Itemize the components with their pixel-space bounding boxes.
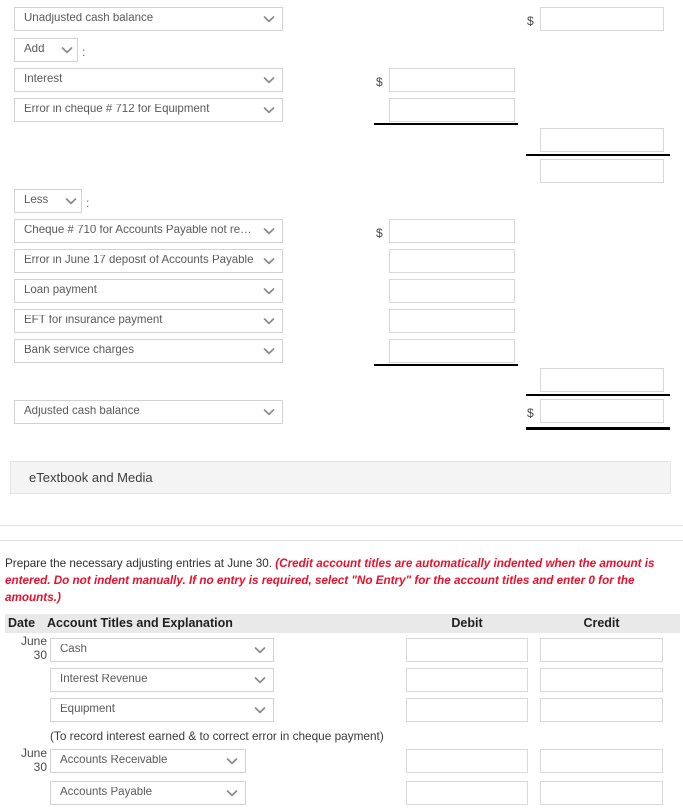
input-error-cheque-712[interactable] — [389, 98, 515, 122]
entry-date-2-month: June — [20, 746, 47, 760]
currency-symbol-adjusted: $ — [527, 406, 534, 420]
section-divider-bottom — [0, 540, 683, 541]
chevron-down-icon — [262, 254, 276, 268]
select-error-june-17-deposit[interactable]: Error in June 17 deposit of Accounts Pay… — [14, 249, 283, 273]
select-less[interactable]: Less — [14, 189, 82, 213]
journal-entry-memo: (To record interest earned & to correct … — [50, 729, 384, 743]
subtotal-rule-right-2 — [526, 394, 670, 396]
input-entry-debit-2[interactable] — [406, 668, 528, 692]
select-label: Bank service charges — [24, 345, 134, 357]
select-bank-service-charges[interactable]: Bank service charges — [14, 339, 283, 363]
column-header-credit: Credit — [583, 616, 620, 630]
entry-date-2: June 30 — [5, 746, 47, 774]
currency-symbol-interest: $ — [376, 75, 383, 89]
currency-symbol-cheque-710: $ — [376, 226, 383, 240]
select-cheque-710[interactable]: Cheque # 710 for Accounts Payable not re… — [14, 219, 283, 243]
input-cheque-710[interactable] — [389, 219, 515, 243]
select-loan-payment[interactable]: Loan payment — [14, 279, 283, 303]
section-divider-top — [0, 525, 683, 526]
currency-symbol-unadjusted: $ — [527, 14, 534, 28]
select-label: Cheque # 710 for Accounts Payable not re… — [24, 225, 256, 237]
chevron-down-icon — [253, 643, 267, 657]
column-header-date: Date — [8, 616, 36, 630]
entry-date-2-day: 30 — [33, 760, 47, 774]
select-label: EFT for insurance payment — [24, 315, 163, 327]
chevron-down-icon — [262, 103, 276, 117]
entry-date-1-day: 30 — [33, 648, 47, 662]
input-eft-insurance[interactable] — [389, 309, 515, 333]
chevron-down-icon — [262, 314, 276, 328]
less-colon: : — [86, 196, 90, 210]
chevron-down-icon — [253, 703, 267, 717]
select-label: Add — [24, 44, 45, 56]
grand-total-rule — [526, 427, 670, 430]
input-entry-debit-3[interactable] — [406, 698, 528, 722]
select-entry-account-5[interactable]: Accounts Payable — [50, 781, 246, 805]
column-header-account: Account Titles and Explanation — [47, 616, 233, 630]
select-label: Accounts Payable — [60, 787, 153, 799]
select-label: Interest Revenue — [60, 674, 148, 686]
select-label: Equipment — [60, 704, 115, 716]
input-error-june-17[interactable] — [389, 249, 515, 273]
select-label: Error in cheque # 712 for Equipment — [24, 104, 210, 116]
chevron-down-icon — [262, 344, 276, 358]
add-colon: : — [82, 45, 86, 59]
chevron-down-icon — [253, 673, 267, 687]
chevron-down-icon — [262, 284, 276, 298]
chevron-down-icon — [225, 754, 239, 768]
input-add-subtotal[interactable] — [540, 128, 664, 152]
select-adjusted-cash-balance[interactable]: Adjusted cash balance — [14, 400, 283, 424]
entry-date-1-month: June — [20, 634, 47, 648]
select-label: Less — [24, 195, 49, 207]
chevron-down-icon — [262, 405, 276, 419]
input-entry-credit-5[interactable] — [540, 781, 663, 805]
input-interest[interactable] — [389, 68, 515, 92]
select-label: Adjusted cash balance — [24, 406, 140, 418]
chevron-down-icon — [64, 194, 78, 208]
journal-instruction: Prepare the necessary adjusting entries … — [5, 556, 680, 607]
select-entry-account-1[interactable]: Cash — [50, 638, 274, 662]
select-eft-insurance-payment[interactable]: EFT for insurance payment — [14, 309, 283, 333]
select-interest[interactable]: Interest — [14, 68, 283, 92]
chevron-down-icon — [262, 73, 276, 87]
chevron-down-icon — [60, 43, 74, 57]
select-add[interactable]: Add — [14, 38, 78, 62]
select-label: Unadjusted cash balance — [24, 13, 154, 25]
input-entry-debit-1[interactable] — [406, 638, 528, 662]
input-entry-debit-4[interactable] — [406, 749, 528, 773]
subtotal-rule-right-1 — [526, 154, 670, 156]
chevron-down-icon — [262, 12, 276, 26]
input-entry-credit-3[interactable] — [540, 698, 663, 722]
subtotal-rule-add — [374, 123, 518, 125]
select-label: Loan payment — [24, 285, 97, 297]
input-less-subtotal[interactable] — [540, 368, 664, 392]
input-loan-payment[interactable] — [389, 279, 515, 303]
input-after-add-total[interactable] — [540, 159, 664, 183]
column-header-debit: Debit — [451, 616, 483, 630]
select-label: Cash — [60, 644, 87, 656]
select-label: Error in June 17 deposit of Accounts Pay… — [24, 255, 254, 267]
input-unadjusted-total[interactable] — [540, 7, 664, 31]
chevron-down-icon — [225, 786, 239, 800]
select-label: Interest — [24, 74, 63, 86]
select-label: Accounts Receivable — [60, 755, 168, 767]
input-bank-service-charges[interactable] — [389, 339, 515, 363]
subtotal-rule-less — [374, 364, 518, 366]
select-error-cheque-712[interactable]: Error in cheque # 712 for Equipment — [14, 98, 283, 122]
instruction-plain-text: Prepare the necessary adjusting entries … — [5, 557, 273, 570]
etextbook-and-media-bar[interactable]: eTextbook and Media — [10, 461, 671, 494]
input-entry-credit-1[interactable] — [540, 638, 663, 662]
select-entry-account-3[interactable]: Equipment — [50, 698, 274, 722]
input-entry-debit-5[interactable] — [406, 781, 528, 805]
chevron-down-icon — [262, 224, 276, 238]
select-entry-account-4[interactable]: Accounts Receivable — [50, 749, 246, 773]
input-adjusted-total[interactable] — [540, 399, 664, 423]
input-entry-credit-4[interactable] — [540, 749, 663, 773]
etextbook-label: eTextbook and Media — [29, 470, 153, 485]
select-unadjusted-cash-balance[interactable]: Unadjusted cash balance — [14, 7, 283, 31]
entry-date-1: June 30 — [5, 634, 47, 662]
input-entry-credit-2[interactable] — [540, 668, 663, 692]
select-entry-account-2[interactable]: Interest Revenue — [50, 668, 274, 692]
